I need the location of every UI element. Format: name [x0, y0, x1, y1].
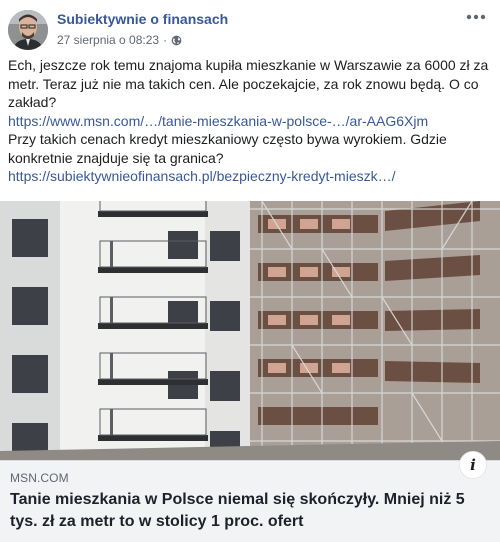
post-paragraph-2: Przy takich cenach kredyt mieszkaniowy c… — [8, 131, 447, 166]
post-link-blog[interactable]: https://subiektywnieofinansach.pl/bezpie… — [8, 168, 396, 184]
post-link-msn[interactable]: https://www.msn.com/…/tanie-mieszkania-w… — [8, 113, 428, 129]
link-title[interactable]: Tanie mieszkania w Polsce niemal się sko… — [10, 489, 480, 533]
post-header: Subiektywnie o finansach 27 sierpnia o 0… — [0, 0, 500, 52]
page-avatar[interactable] — [8, 10, 48, 50]
post-paragraph-1: Ech, jeszcze rok temu znajoma kupiła mie… — [8, 57, 489, 110]
avatar-image — [8, 10, 48, 50]
link-domain: MSN.COM — [10, 471, 69, 485]
link-preview-card[interactable]: MSN.COM Tanie mieszkania w Polsce niemal… — [0, 460, 500, 542]
page-name-link[interactable]: Subiektywnie o finansach — [57, 11, 228, 27]
post-timestamp[interactable]: 27 sierpnia o 08:23 — [57, 33, 159, 47]
info-icon[interactable]: i — [459, 451, 487, 479]
globe-icon[interactable] — [171, 35, 182, 46]
meta-separator: · — [163, 33, 168, 47]
facebook-post: Subiektywnie o finansach 27 sierpnia o 0… — [0, 0, 500, 542]
apartment-buildings-photo — [0, 201, 500, 460]
more-options-icon[interactable] — [464, 8, 488, 26]
post-meta: 27 sierpnia o 08:23 · — [57, 33, 182, 47]
post-body: Ech, jeszcze rok temu znajoma kupiła mie… — [8, 56, 492, 186]
link-preview-image[interactable] — [0, 201, 500, 460]
